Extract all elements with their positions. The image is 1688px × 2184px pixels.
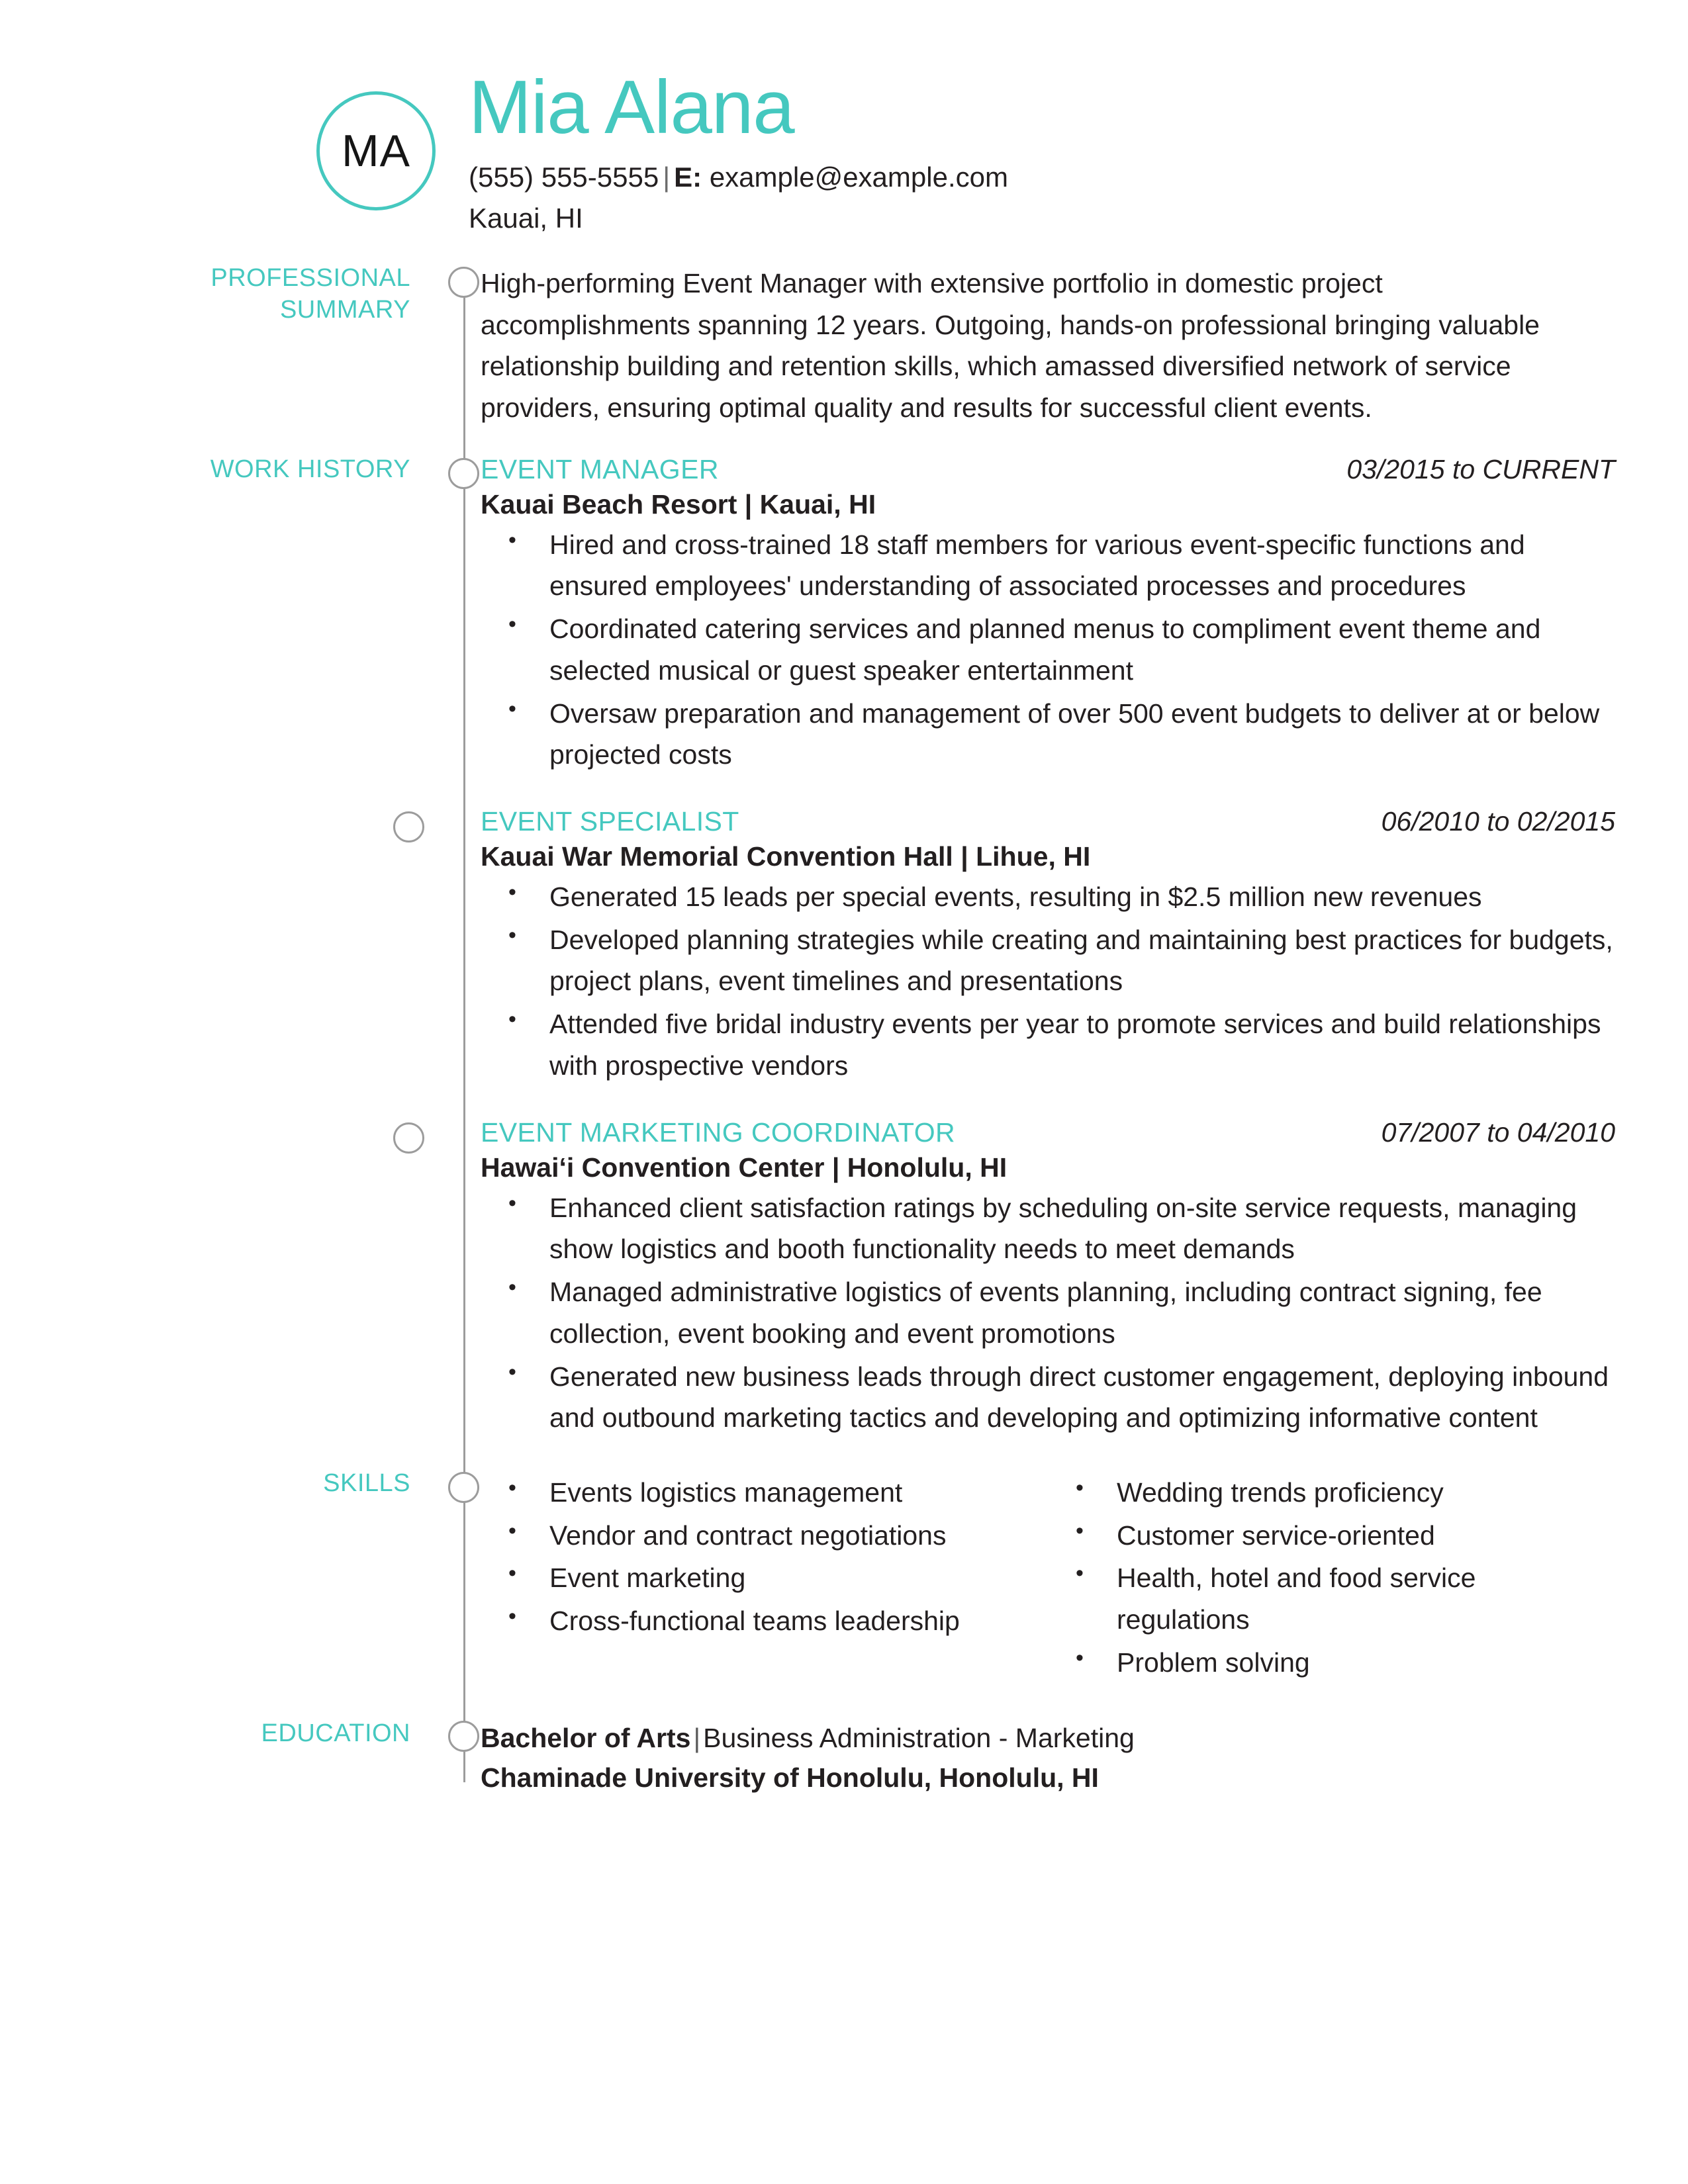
education-school: Chaminade University of Honolulu, Honolu…	[481, 1762, 1099, 1793]
job-company: Kauai Beach Resort	[481, 488, 737, 520]
skill-item: Vendor and contract negotiations	[481, 1514, 1028, 1557]
job-company-line: Hawaiʻi Convention Center | Honolulu, HI	[481, 1152, 1615, 1183]
skill-item: Customer service-oriented	[1048, 1514, 1615, 1557]
avatar: MA	[316, 91, 436, 210]
job-header: EVENT MARKETING COORDINATOR 07/2007 to 0…	[481, 1117, 1615, 1148]
phone-number: (555) 555-5555	[469, 161, 659, 193]
timeline-marker-summary	[448, 266, 479, 298]
section-skills: SKILLS Events logistics management Vendo…	[0, 1468, 1688, 1684]
education-content: Bachelor of Arts|Business Administration…	[437, 1718, 1688, 1798]
section-label-line-1: PROFESSIONAL	[211, 263, 410, 292]
header-text-block: Mia Alana (555) 555-5555 | E: example@exam…	[463, 66, 1008, 239]
job-location: Lihue, HI	[976, 841, 1091, 872]
job-bullet: Generated new business leads through dir…	[481, 1355, 1615, 1439]
skills-columns: Events logistics management Vendor and c…	[481, 1468, 1615, 1684]
job-bullet: Enhanced client satisfaction ratings by …	[481, 1186, 1615, 1270]
skill-item: Event marketing	[481, 1556, 1028, 1599]
contact-line: (555) 555-5555 | E: example@example.com	[469, 157, 1008, 198]
section-work-history: WORK HISTORY EVENT MANAGER 03/2015 to CU…	[0, 454, 1688, 1439]
contact-separator: |	[663, 161, 671, 193]
section-label-professional-summary: PROFESSIONAL SUMMARY	[0, 263, 437, 326]
job-company: Kauai War Memorial Convention Hall	[481, 841, 953, 872]
section-label-line-2: SUMMARY	[279, 295, 410, 324]
education-degree: Bachelor of Arts	[481, 1722, 691, 1753]
job-bullet: Oversaw preparation and management of ov…	[481, 692, 1615, 776]
skill-item: Health, hotel and food service regulatio…	[1048, 1556, 1615, 1640]
job-title: EVENT SPECIALIST	[481, 806, 739, 837]
skills-list-right: Wedding trends proficiency Customer serv…	[1048, 1471, 1615, 1684]
job-bullet: Generated 15 leads per special events, r…	[481, 875, 1615, 918]
company-location-separator: |	[744, 488, 753, 520]
job-dates: 07/2007 to 04/2010	[1381, 1116, 1615, 1148]
job-bullet: Coordinated catering services and planne…	[481, 607, 1615, 691]
timeline-marker-education	[448, 1720, 479, 1752]
job-title: EVENT MARKETING COORDINATOR	[481, 1116, 955, 1148]
work-history-content: EVENT MANAGER 03/2015 to CURRENT Kauai B…	[393, 454, 1688, 1439]
resume-page: MA Mia Alana (555) 555-5555 | E: example@e…	[0, 0, 1688, 2184]
job-dates: 03/2015 to CURRENT	[1346, 453, 1615, 484]
email-label: E:	[674, 161, 702, 193]
section-professional-summary: PROFESSIONAL SUMMARY High-performing Eve…	[0, 263, 1688, 429]
timeline-marker-job-2	[393, 811, 424, 843]
job-entry: EVENT SPECIALIST 06/2010 to 02/2015 Kaua…	[393, 806, 1615, 1087]
timeline-marker-job-3	[393, 1122, 424, 1154]
section-label-education: EDUCATION	[261, 1719, 410, 1747]
job-bullet: Attended five bridal industry events per…	[481, 1002, 1615, 1086]
skill-item: Wedding trends proficiency	[1048, 1471, 1615, 1514]
section-education: EDUCATION Bachelor of Arts|Business Admi…	[0, 1718, 1688, 1798]
job-company-line: Kauai Beach Resort | Kauai, HI	[481, 489, 1615, 520]
company-location-separator: |	[961, 841, 968, 872]
job-company: Hawaiʻi Convention Center	[481, 1152, 825, 1183]
job-title: EVENT MANAGER	[481, 453, 719, 484]
job-bullet-list: Hired and cross-trained 18 staff members…	[481, 523, 1615, 776]
timeline-marker-job-1	[448, 457, 479, 489]
job-bullet: Hired and cross-trained 18 staff members…	[481, 523, 1615, 607]
timeline-marker-skills	[448, 1471, 479, 1503]
job-bullet: Managed administrative logistics of even…	[481, 1270, 1615, 1354]
education-separator: |	[693, 1722, 701, 1753]
resume-header: MA Mia Alana (555) 555-5555 | E: example@e…	[0, 0, 1688, 239]
job-location: Honolulu, HI	[847, 1152, 1008, 1183]
skills-content: Events logistics management Vendor and c…	[437, 1468, 1688, 1684]
education-field: Business Administration - Marketing	[703, 1722, 1135, 1753]
job-entry: EVENT MANAGER 03/2015 to CURRENT Kauai B…	[481, 454, 1615, 776]
job-bullet-list: Generated 15 leads per special events, r…	[481, 875, 1615, 1087]
job-header: EVENT SPECIALIST 06/2010 to 02/2015	[481, 806, 1615, 837]
section-label-work-history: WORK HISTORY	[210, 455, 410, 483]
education-degree-line: Bachelor of Arts|Business Administration…	[481, 1718, 1615, 1758]
page-title: Mia Alana	[469, 66, 795, 150]
skills-column-left: Events logistics management Vendor and c…	[481, 1468, 1048, 1684]
job-bullet-list: Enhanced client satisfaction ratings by …	[481, 1186, 1615, 1439]
skill-item: Problem solving	[1048, 1641, 1615, 1684]
summary-content: High-performing Event Manager with exten…	[437, 263, 1688, 429]
professional-summary-text: High-performing Event Manager with exten…	[481, 267, 1540, 424]
job-header: EVENT MANAGER 03/2015 to CURRENT	[481, 454, 1615, 485]
skill-item: Cross-functional teams leadership	[481, 1599, 1028, 1642]
skills-list-left: Events logistics management Vendor and c…	[481, 1471, 1028, 1642]
company-location-separator: |	[831, 1152, 840, 1183]
job-location: Kauai, HI	[759, 488, 876, 520]
email-address: example@example.com	[709, 161, 1008, 193]
skills-column-right: Wedding trends proficiency Customer serv…	[1048, 1468, 1615, 1684]
section-label-skills: SKILLS	[323, 1469, 410, 1497]
avatar-initials: MA	[342, 126, 410, 176]
skill-item: Events logistics management	[481, 1471, 1028, 1514]
avatar-container: MA	[270, 85, 463, 210]
resume-body: PROFESSIONAL SUMMARY High-performing Eve…	[0, 263, 1688, 1797]
job-bullet: Developed planning strategies while crea…	[481, 918, 1615, 1002]
job-entry: EVENT MARKETING COORDINATOR 07/2007 to 0…	[393, 1117, 1615, 1439]
job-dates: 06/2010 to 02/2015	[1381, 806, 1615, 837]
job-company-line: Kauai War Memorial Convention Hall | Lih…	[481, 841, 1615, 872]
location-text: Kauai, HI	[469, 202, 583, 234]
